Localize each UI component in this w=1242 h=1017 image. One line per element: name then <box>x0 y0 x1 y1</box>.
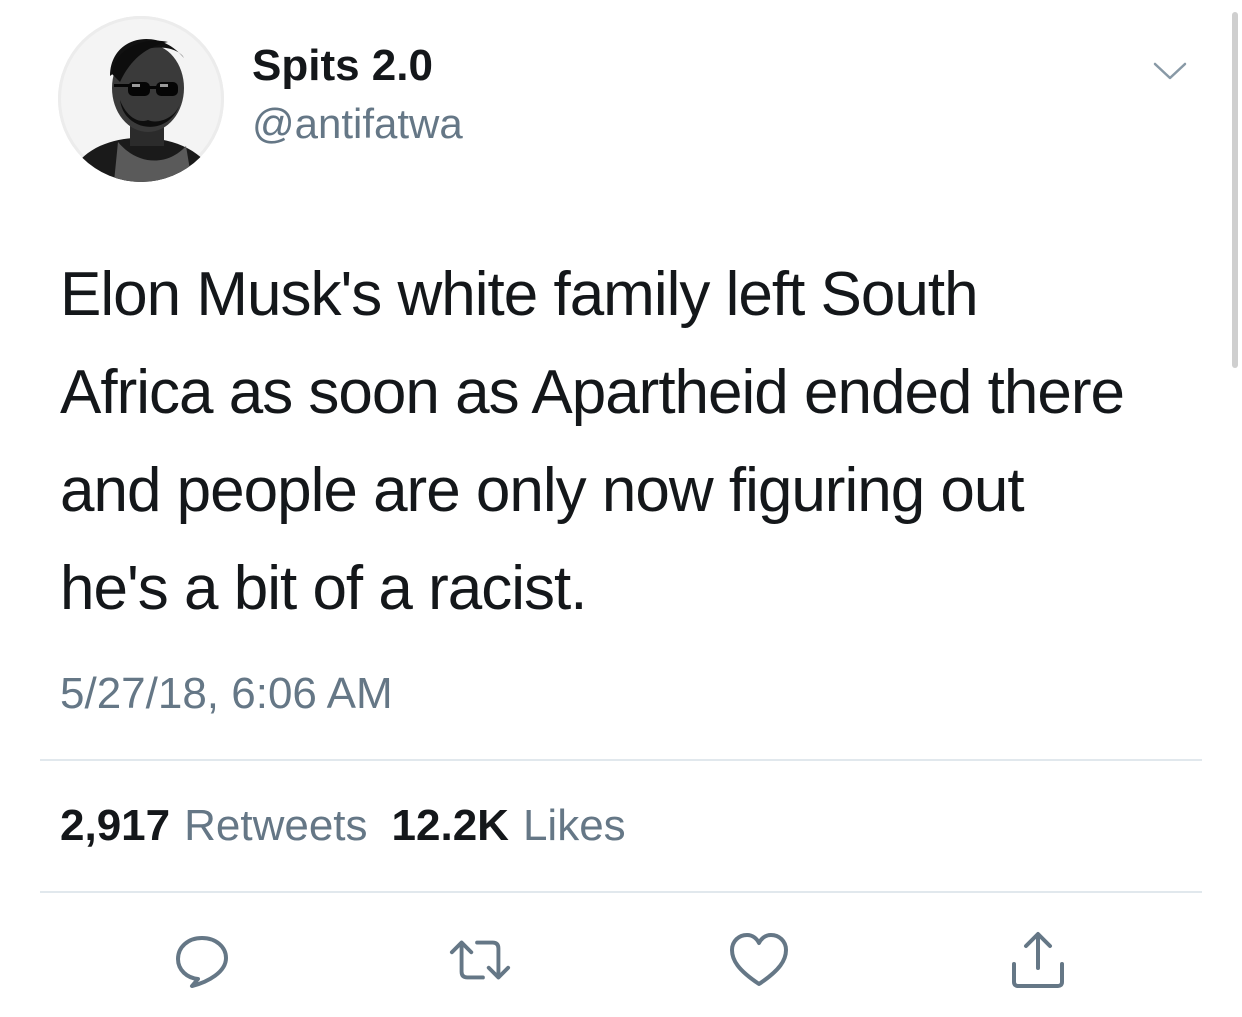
user-handle[interactable]: @antifatwa <box>252 98 463 150</box>
scrollbar[interactable] <box>1232 12 1238 368</box>
tweet-text-line: and people are only now figuring out <box>60 456 1025 525</box>
tweet-text: Elon Musk's white family left South Afri… <box>60 246 1210 638</box>
divider <box>40 891 1202 893</box>
likes-label: Likes <box>522 801 626 850</box>
display-name[interactable]: Spits 2.0 <box>252 40 433 92</box>
like-button[interactable] <box>727 928 791 992</box>
tweet-timestamp: 5/27/18, 6:06 AM <box>60 669 393 718</box>
retweet-button[interactable] <box>448 928 512 992</box>
tweet-detail-view: Spits 2.0 @antifatwa Elon Musk's white f… <box>0 0 1242 1017</box>
tweet-text-line: Elon Musk's white family left South <box>60 260 979 329</box>
divider <box>40 759 1202 761</box>
tweet-stats: 2,917 Retweets 12.2K Likes <box>60 800 650 852</box>
tweet-text-line: Africa as soon as Apartheid ended there <box>60 358 1125 427</box>
share-icon <box>1012 932 1064 988</box>
share-button[interactable] <box>1006 928 1070 992</box>
retweets-count: 2,917 <box>60 801 171 850</box>
reply-button[interactable] <box>170 928 234 992</box>
retweets-label: Retweets <box>184 801 368 850</box>
heart-icon <box>730 933 788 986</box>
retweet-icon <box>449 940 511 980</box>
chevron-down-icon[interactable] <box>1152 58 1188 84</box>
reply-icon <box>176 936 228 988</box>
likes-count: 12.2K <box>391 801 509 850</box>
retweets-stat[interactable]: 2,917 Retweets <box>60 800 368 852</box>
avatar[interactable] <box>58 16 224 182</box>
profile-photo <box>58 16 224 182</box>
tweet-text-line: he's a bit of a racist. <box>60 554 587 623</box>
likes-stat[interactable]: 12.2K Likes <box>392 800 626 852</box>
